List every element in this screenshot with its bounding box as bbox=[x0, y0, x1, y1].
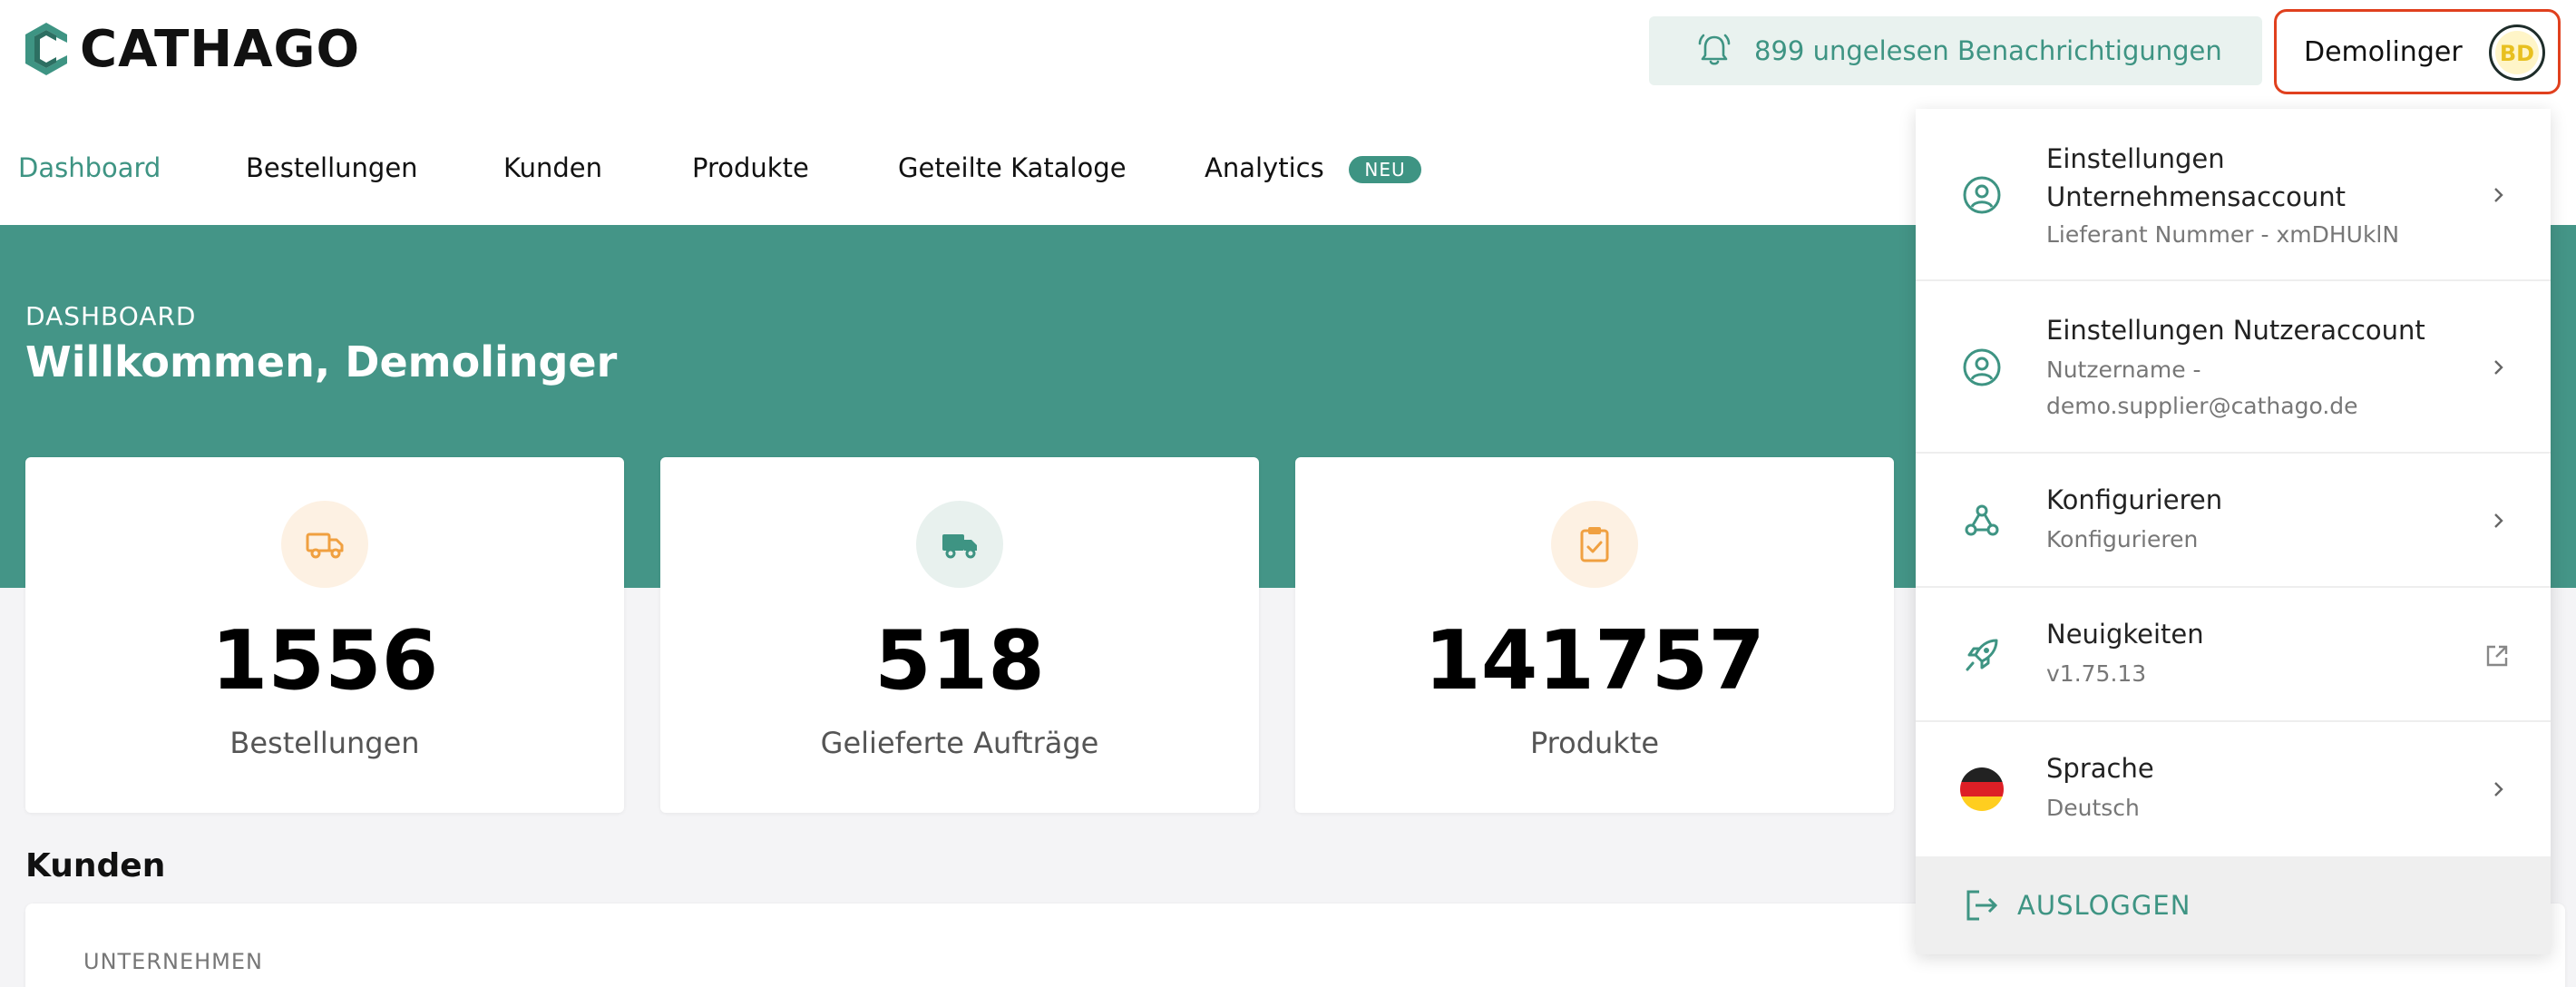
stat-card-orders[interactable]: 1556 Bestellungen bbox=[25, 457, 624, 813]
nav-dashboard[interactable]: Dashboard bbox=[18, 152, 161, 183]
menu-item-subtitle: Deutsch bbox=[2046, 795, 2140, 821]
user-menu-button[interactable]: Demolinger BD bbox=[2274, 9, 2561, 94]
page-title: Willkommen, Demolinger bbox=[25, 337, 618, 386]
column-header-company[interactable]: UNTERNEHMEN bbox=[83, 949, 263, 974]
menu-item-company-settings[interactable]: Einstellungen Unternehmensaccount Liefer… bbox=[1916, 109, 2551, 281]
logout-label: AUSLOGGEN bbox=[2017, 890, 2191, 921]
nav-bestellungen[interactable]: Bestellungen bbox=[246, 152, 418, 183]
stat-card-delivered[interactable]: 518 Gelieferte Aufträge bbox=[660, 457, 1259, 813]
stat-value: 141757 bbox=[1424, 613, 1765, 708]
rocket-icon bbox=[1959, 632, 2005, 678]
user-menu-dropdown: Einstellungen Unternehmensaccount Liefer… bbox=[1916, 109, 2551, 954]
avatar: BD bbox=[2489, 24, 2545, 81]
nav-produkte[interactable]: Produkte bbox=[692, 152, 809, 183]
menu-item-title: Einstellungen Unternehmensaccount bbox=[2046, 143, 2346, 212]
stat-value: 1556 bbox=[210, 613, 439, 708]
chevron-right-icon bbox=[2494, 782, 2503, 796]
stat-label: Produkte bbox=[1529, 726, 1660, 760]
customers-section-title: Kunden bbox=[25, 847, 166, 884]
nav-geteilte-kataloge[interactable]: Geteilte Kataloge bbox=[898, 152, 1127, 183]
user-circle-icon bbox=[1959, 172, 2005, 218]
menu-item-title: Konfigurieren bbox=[2046, 484, 2223, 515]
menu-item-title: Neuigkeiten bbox=[2046, 619, 2204, 650]
truck-icon bbox=[281, 501, 368, 588]
stat-label: Gelieferte Aufträge bbox=[820, 726, 1099, 760]
external-link-icon bbox=[2486, 645, 2508, 667]
menu-item-subtitle: Konfigurieren bbox=[2046, 526, 2199, 552]
logout-icon bbox=[1966, 890, 1998, 921]
menu-item-title: Einstellungen Nutzeraccount bbox=[2046, 315, 2425, 346]
avatar-logo-icon: BD bbox=[2495, 31, 2539, 74]
menu-item-subtitle: v1.75.13 bbox=[2046, 660, 2147, 687]
new-badge: NEU bbox=[1349, 156, 1421, 183]
delivery-truck-icon bbox=[916, 501, 1003, 588]
menu-item-subtitle: Lieferant Nummer - xmDHUklN bbox=[2046, 221, 2400, 248]
brand-logo[interactable]: CATHAGO bbox=[24, 19, 361, 79]
brand-name: CATHAGO bbox=[80, 19, 361, 79]
cathago-logo-icon bbox=[25, 23, 67, 75]
bell-ring-icon bbox=[1698, 34, 1731, 65]
menu-item-user-settings[interactable]: Einstellungen Nutzeraccount Nutzername -… bbox=[1916, 281, 2551, 454]
menu-item-language[interactable]: Sprache Deutsch bbox=[1916, 722, 2551, 856]
svg-text:BD: BD bbox=[2500, 41, 2534, 66]
german-flag-icon bbox=[1959, 767, 2005, 812]
menu-item-subtitle: Nutzername - demo.supplier@cathago.de bbox=[2046, 357, 2358, 419]
logout-button[interactable]: AUSLOGGEN bbox=[1916, 856, 2551, 954]
top-header: CATHAGO 899 ungelesen Benachrichtigungen… bbox=[0, 0, 2576, 102]
page-kicker: DASHBOARD bbox=[25, 301, 197, 331]
menu-item-title: Sprache bbox=[2046, 753, 2154, 784]
menu-item-configure[interactable]: Konfigurieren Konfigurieren bbox=[1916, 454, 2551, 588]
chevron-right-icon bbox=[2494, 188, 2503, 202]
notifications-button[interactable]: 899 ungelesen Benachrichtigungen bbox=[1649, 16, 2262, 85]
notifications-label: 899 ungelesen Benachrichtigungen bbox=[1754, 35, 2222, 66]
menu-item-news[interactable]: Neuigkeiten v1.75.13 bbox=[1916, 588, 2551, 722]
stat-value: 518 bbox=[874, 613, 1045, 708]
stat-card-products[interactable]: 141757 Produkte bbox=[1295, 457, 1894, 813]
chevron-right-icon bbox=[2494, 513, 2503, 528]
webhook-icon bbox=[1959, 498, 2005, 543]
user-circle-icon bbox=[1959, 345, 2005, 390]
stat-label: Bestellungen bbox=[229, 726, 420, 760]
chevron-right-icon bbox=[2494, 360, 2503, 375]
nav-analytics[interactable]: Analytics bbox=[1205, 152, 1324, 183]
user-name: Demolinger bbox=[2304, 35, 2463, 68]
clipboard-check-icon bbox=[1551, 501, 1638, 588]
nav-kunden[interactable]: Kunden bbox=[503, 152, 602, 183]
